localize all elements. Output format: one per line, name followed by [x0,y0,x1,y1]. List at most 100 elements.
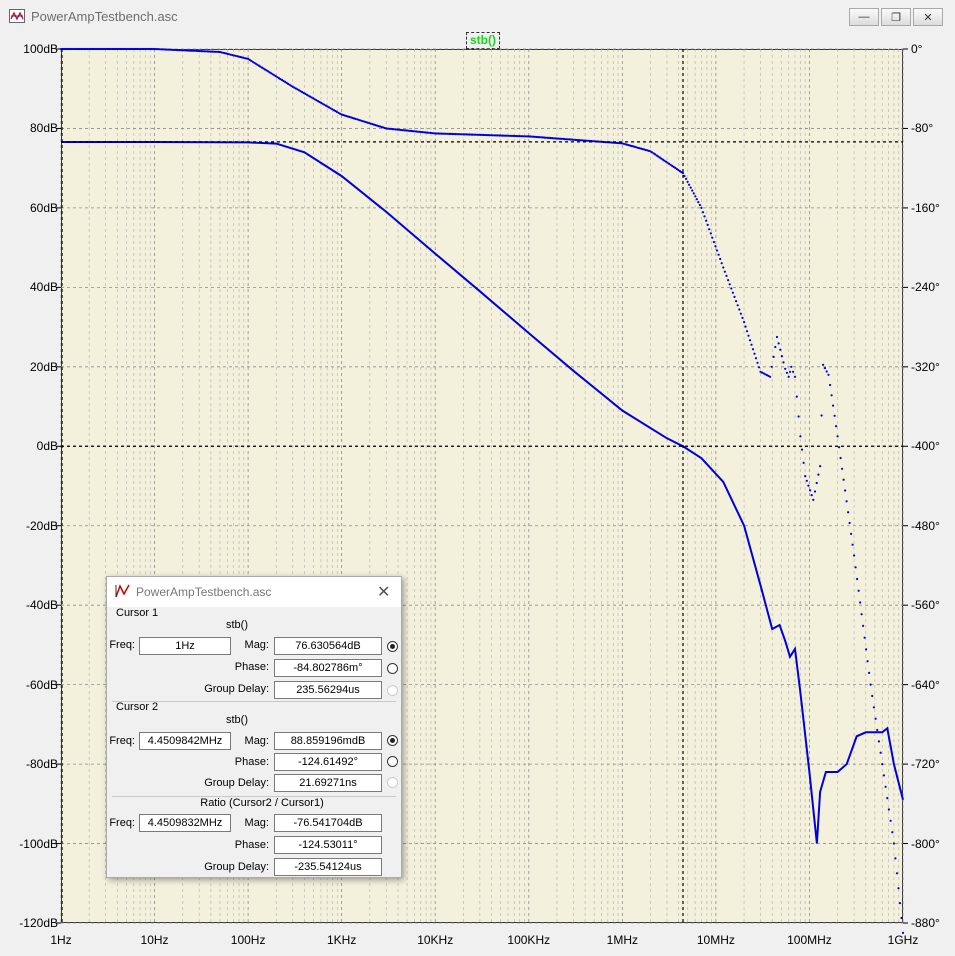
cursor2-mag-radio[interactable] [387,735,398,746]
phase-trace-point [754,357,758,360]
phase-trace-point [712,240,716,244]
phase-trace-point [757,366,761,369]
phase-trace-point [848,521,851,525]
ratio-mag-label: Mag: [244,817,269,829]
cursor2-phase-radio[interactable] [387,756,398,767]
phase-trace-point [750,343,753,346]
dialog-close-icon[interactable]: ✕ [377,582,390,602]
cursor1-mag-radio[interactable] [387,641,398,652]
phase-trace-point [879,751,882,754]
phase-trace-point [698,203,702,207]
phase-trace-point [841,467,844,470]
phase-trace-point [785,371,789,374]
phase-trace-point [822,363,825,366]
cursor2-phase-field[interactable]: -124.61492° [274,753,382,771]
phase-trace-point [839,456,842,460]
phase-trace-point [688,183,691,186]
cursor1-gd-field[interactable]: 235.56294us [274,681,382,699]
phase-trace-point [854,566,857,569]
phase-trace-point [894,857,897,860]
phase-trace-point [872,706,876,709]
phase-trace-point [725,274,728,277]
phase-trace-point [714,245,717,248]
cursor-app-icon [115,584,130,598]
cursor2-freq-field[interactable]: 4.4509842MHz [139,732,231,750]
phase-trace-point [851,543,854,546]
phase-trace-point [700,206,703,209]
phase-trace-point [832,404,835,407]
cursor1-phase-label: Phase: [234,661,269,673]
phase-trace-point [897,887,900,890]
phase-trace-point [884,785,887,788]
ratio-freq-field[interactable]: 4.4509832MHz [139,814,231,832]
phase-trace-point [900,916,903,920]
phase-trace-point [727,279,730,282]
phase-trace-point [805,479,808,482]
phase-trace-point [692,192,695,195]
phase-trace-point [772,355,775,358]
phase-trace-point [784,367,787,370]
phase-trace-point [876,728,879,732]
phase-trace-point [881,763,884,766]
ratio-phase-field[interactable]: -124.53011° [274,836,382,854]
phase-trace-point [898,902,902,905]
phase-trace-point [709,232,712,235]
phase-trace-point [731,291,735,294]
cursor1-phase-radio[interactable] [387,663,398,674]
phase-trace-point [860,613,863,616]
phase-trace-point [863,636,866,639]
phase-trace-point [751,348,755,351]
phase-trace-point [823,367,827,370]
cursor2-mag-field[interactable]: 88.859196mdB [274,732,382,750]
phase-trace-point [887,808,891,811]
phase-trace-point [856,577,859,581]
phase-trace-point [820,414,823,417]
phase-trace-point [813,490,817,493]
phase-trace-point [701,211,705,214]
phase-trace-point [744,325,747,328]
phase-trace-point [882,774,886,777]
phase-trace-point [871,694,874,698]
ratio-gd-field[interactable]: -235.54124us [274,858,382,876]
cursor2-mag-label: Mag: [244,735,269,747]
phase-trace-point [741,316,744,319]
cursor1-freq-label: Freq: [109,639,135,651]
cursor1-freq-field[interactable]: 1Hz [139,637,231,655]
cursor2-gd-field[interactable]: 21.69271ns [274,774,382,792]
phase-trace-point [807,484,810,487]
phase-trace-point [697,201,700,204]
ratio-label: Ratio (Cursor2 / Cursor1) [200,797,324,809]
phase-trace-point [825,370,828,373]
phase-trace-point [802,461,805,464]
cursor1-phase-field[interactable]: -84.802786m° [274,659,382,677]
phase-trace-point [850,532,853,536]
phase-trace-point [835,425,838,428]
cursor1-gd-radio[interactable] [387,685,398,696]
phase-trace-point [845,500,848,503]
cursor1-mag-field[interactable]: 76.630564dB [274,637,382,655]
phase-trace-point [797,415,800,418]
phase-trace-point [703,215,706,218]
phase-trace-point [862,624,865,628]
phase-trace-point [819,465,822,468]
cursor2-gd-radio[interactable] [387,777,398,788]
phase-trace-point [723,270,727,273]
phase-trace-point [889,819,892,822]
phase-trace-point [901,931,905,935]
phase-trace-point [733,295,736,298]
cursor1-label: Cursor 1 [116,607,159,619]
phase-trace-point [838,446,841,449]
phase-trace-point [743,321,746,324]
cursor1-mag-label: Mag: [244,639,269,651]
cursor2-label: Cursor 2 [116,701,159,713]
phase-trace-point [787,375,790,378]
phase-trace-point [859,601,862,604]
phase-trace-point [735,300,738,303]
ratio-mag-field[interactable]: -76.541704dB [274,814,382,832]
phase-trace-point [774,345,777,349]
phase-trace-point [827,373,830,376]
phase-trace-point [844,489,847,492]
phase-trace-point [722,266,725,269]
phase-trace-point [683,174,686,178]
ratio-phase-label: Phase: [234,839,269,851]
